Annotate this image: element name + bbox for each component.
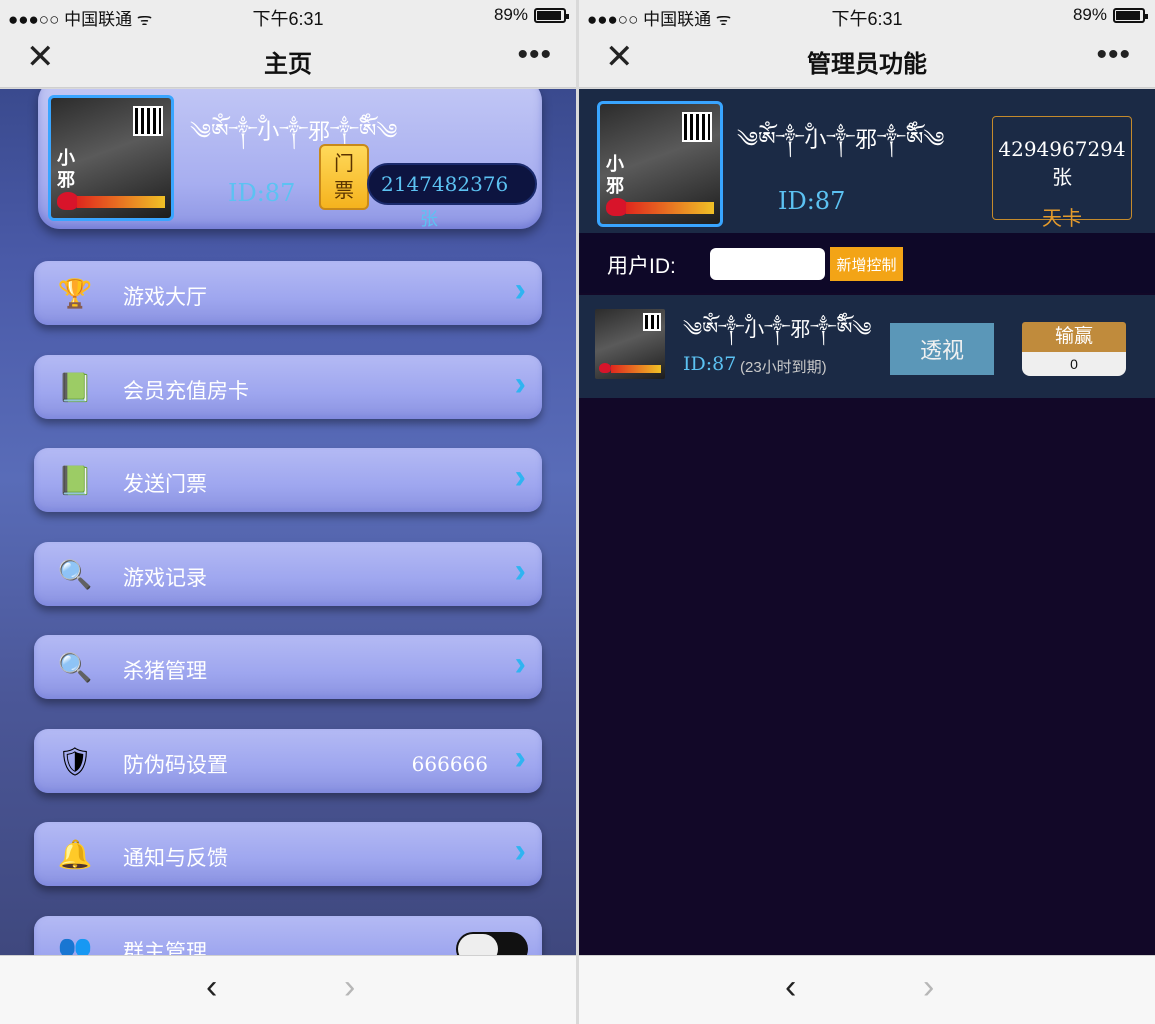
right-phone-screen: ●●●○○ 中国联通 ᯤ 下午6:31 89% ✕ 管理员功能 ••• 小 邪 … [579, 0, 1155, 1024]
chevron-right-icon[interactable]: › [515, 834, 526, 868]
menu-item[interactable]: 🔔 通知与反馈 › [34, 822, 542, 886]
chevron-right-icon[interactable]: › [515, 367, 526, 401]
shield-icon: 🛡 [57, 745, 93, 777]
magnifier-icon: 🔍 [57, 558, 93, 590]
forward-arrow-icon[interactable]: › [344, 970, 355, 1004]
avatar-banner [626, 202, 714, 214]
battery-indicator: 89% [1072, 5, 1148, 25]
battery-icon [1113, 7, 1148, 23]
book-icon: 📗 [57, 465, 93, 496]
user-id-input[interactable] [710, 248, 825, 280]
chevron-right-icon[interactable]: › [515, 741, 526, 775]
admin-content: 小 邪 ༄ༀ༒ྃ小༒邪༒ྃༀ༄ ID:87 4294967294张 天卡 用户I… [579, 89, 1155, 955]
nickname: ༄ༀ༒ྃ小༒邪༒ྃༀ༄ [737, 128, 945, 153]
avatar: 小 邪 [597, 101, 723, 227]
bottom-toolbar: ‹ › [579, 955, 1155, 1024]
page-title: 管理员功能 [807, 51, 927, 78]
avatar-banner [77, 196, 165, 208]
menu-item[interactable]: 🔍 杀猪管理 › [34, 635, 542, 699]
battery-percent: 89% [493, 5, 528, 24]
add-control-button[interactable]: 新增控制 [830, 247, 903, 281]
qr-code-icon [682, 112, 712, 142]
menu-item[interactable]: 🏆 游戏大厅 › [34, 261, 542, 325]
menu-item[interactable]: 🛡 防伪码设置 666666 › [34, 728, 542, 793]
ticket-count: 2147482376 [367, 163, 537, 205]
menu-item-label: 杀猪管理 [123, 660, 207, 683]
menu-item-value: 666666 [411, 751, 488, 776]
home-content: 小 邪 ༄ༀ༒ྃ小༒邪༒ྃༀ༄ ID:87 门 票 2147482376 张 🏆… [0, 89, 576, 955]
menu-item-label: 通知与反馈 [123, 847, 228, 870]
battery-icon [534, 7, 569, 23]
heart-icon [606, 198, 628, 216]
menu-item[interactable]: 📗 会员充值房卡 › [34, 354, 542, 419]
user-id: ID:87 [778, 187, 846, 215]
controlled-user-row: ༄ༀ༒ྃ小༒邪༒ྃༀ༄ ID:87 (23小时到期) 透视 输赢 0 [579, 295, 1155, 398]
trophy-icon: 🏆 [57, 278, 93, 309]
battery-indicator: 89% [493, 5, 569, 25]
see-through-button[interactable]: 透视 [890, 323, 994, 375]
menu-item-label: 会员充值房卡 [123, 379, 249, 403]
chevron-right-icon[interactable]: › [515, 647, 526, 681]
avatar-banner [611, 365, 661, 373]
nav-bar: ✕ 主页 ••• [0, 30, 576, 88]
menu-item-label: 防伪码设置 [123, 753, 228, 777]
user-id-label: 用户ID: [607, 255, 676, 278]
user-id: ID:87 [683, 353, 737, 375]
status-bar: ●●●○○ 中国联通 ᯤ 下午6:31 89% [0, 0, 576, 30]
avatar-text: 小 邪 [606, 154, 624, 197]
qr-code-icon [643, 313, 661, 331]
room-card-box: 4294967294张 天卡 [992, 116, 1132, 230]
status-time: 下午6:31 [831, 9, 903, 29]
more-icon[interactable]: ••• [517, 40, 552, 70]
chevron-right-icon[interactable]: › [515, 554, 526, 588]
heart-icon [599, 363, 611, 373]
back-arrow-icon[interactable]: ‹ [785, 970, 796, 1004]
avatar [595, 309, 665, 379]
forward-arrow-icon[interactable]: › [923, 970, 934, 1004]
page-title: 主页 [264, 51, 312, 78]
group-icon: 👥 [57, 932, 93, 956]
menu-item-label: 游戏大厅 [123, 286, 207, 309]
chevron-right-icon[interactable]: › [515, 273, 526, 307]
ticket-badge-label: 门 票 [334, 153, 354, 202]
win-loss-value[interactable]: 0 [1022, 352, 1126, 376]
menu-item-label: 发送门票 [123, 473, 207, 496]
back-arrow-icon[interactable]: ‹ [206, 970, 217, 1004]
menu-item[interactable]: 👥 群主管理 [34, 915, 542, 956]
qr-code-icon [133, 106, 163, 136]
status-bar: ●●●○○ 中国联通 ᯤ 下午6:31 89% [579, 0, 1155, 30]
menu-item-label: 游戏记录 [123, 566, 207, 590]
ticket-badge: 门 票 [319, 144, 369, 210]
chevron-right-icon[interactable]: › [515, 460, 526, 494]
admin-profile-header: 小 邪 ༄ༀ༒ྃ小༒邪༒ྃༀ༄ ID:87 4294967294张 天卡 [579, 89, 1155, 233]
bell-icon: 🔔 [57, 839, 93, 870]
expire-text: (23小时到期) [740, 359, 827, 376]
card-count: 4294967294张 [998, 137, 1126, 189]
card-type: 天卡 [1042, 208, 1082, 230]
left-phone-screen: ●●●○○ 中国联通 ᯤ 下午6:31 89% ✕ 主页 ••• 小 邪 ༄ༀ༒… [0, 0, 576, 1024]
user-id-form: 用户ID: 新增控制 [579, 233, 1155, 293]
heart-icon [57, 192, 79, 210]
user-id: ID:87 [228, 179, 296, 207]
battery-percent: 89% [1072, 5, 1107, 24]
book-icon: 📗 [57, 371, 93, 403]
magnifier-icon: 🔍 [57, 652, 93, 683]
menu-item[interactable]: 🔍 游戏记录 › [34, 541, 542, 606]
ticket-unit: 张 [420, 209, 438, 229]
toggle-switch[interactable] [456, 931, 528, 955]
menu-item-label: 群主管理 [123, 940, 207, 956]
avatar: 小 邪 [48, 95, 174, 221]
bottom-toolbar: ‹ › [0, 955, 576, 1024]
win-loss-label: 输赢 [1022, 322, 1126, 352]
avatar-text: 小 邪 [57, 148, 75, 191]
menu-item[interactable]: 📗 发送门票 › [34, 448, 542, 512]
status-time: 下午6:31 [252, 9, 324, 29]
more-icon[interactable]: ••• [1096, 40, 1131, 70]
nav-bar: ✕ 管理员功能 ••• [579, 30, 1155, 88]
